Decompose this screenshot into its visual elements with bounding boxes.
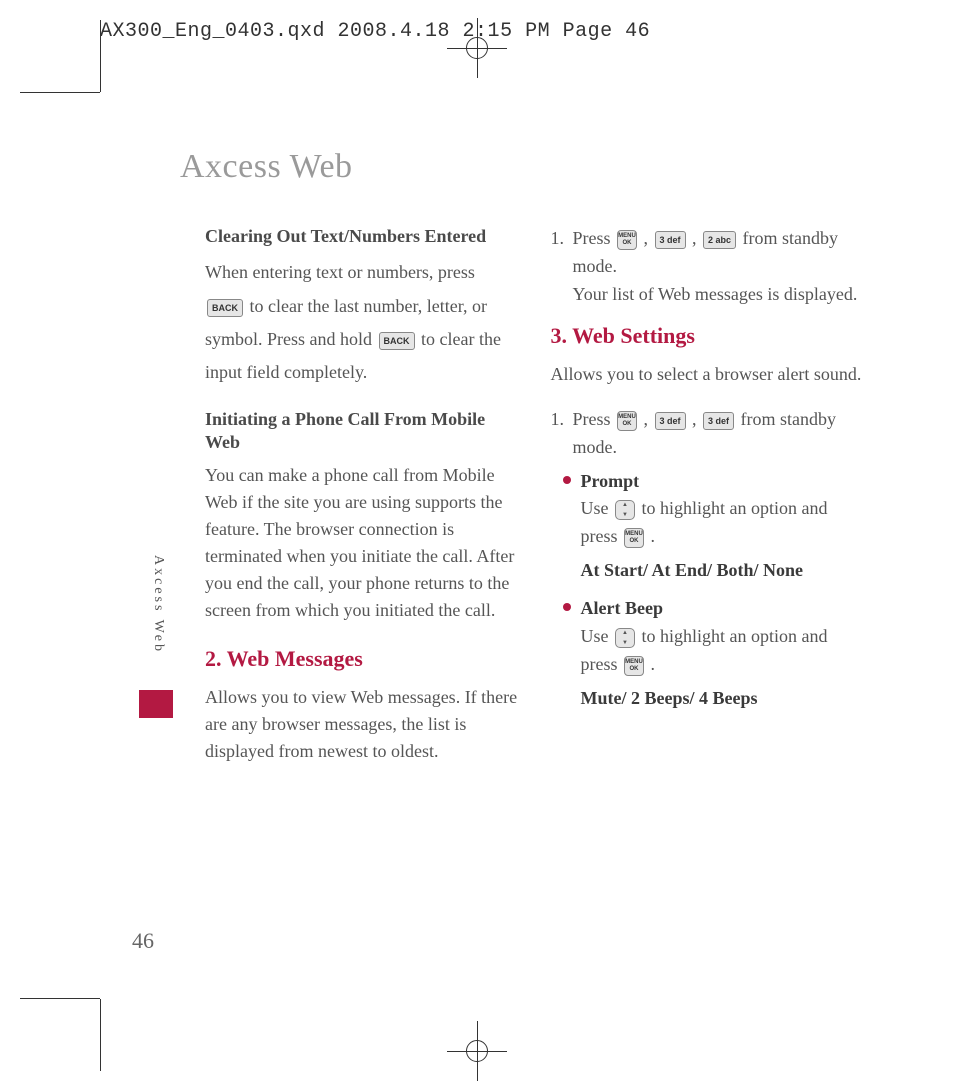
side-section-label: Axcess Web (150, 555, 166, 654)
bullet-body: Alert Beep Use to highlight an option an… (581, 595, 865, 679)
key-3-icon: 3 def (655, 412, 686, 430)
text: , (692, 228, 701, 248)
text: Press (573, 409, 616, 429)
text: Use (581, 626, 614, 646)
text: . (651, 526, 656, 546)
crop-mark (20, 998, 100, 999)
bullet-item: Prompt Use to highlight an option and pr… (563, 468, 865, 552)
options-list: Mute/ 2 Beeps/ 4 Beeps (581, 685, 865, 713)
menu-ok-key-icon: MENUOK (624, 528, 644, 548)
step-item: 1. Press MENUOK , 3 def , 3 def from sta… (551, 406, 865, 462)
bullet-icon (563, 476, 571, 484)
paragraph: When entering text or numbers, press BAC… (205, 256, 519, 389)
column-right: 1. Press MENUOK , 3 def , 2 abc from sta… (551, 225, 865, 981)
menu-ok-key-icon: MENUOK (624, 656, 644, 676)
text: , (644, 409, 653, 429)
crop-mark (100, 20, 101, 92)
options-list: At Start/ At End/ Both/ None (581, 557, 865, 585)
paragraph: You can make a phone call from Mobile We… (205, 462, 519, 624)
page-number: 46 (132, 928, 154, 954)
bullet-item: Alert Beep Use to highlight an option an… (563, 595, 865, 679)
text: When entering text or numbers, press (205, 262, 475, 282)
registration-mark-top (457, 28, 497, 68)
manual-page: AX300_Eng_0403.qxd 2008.4.18 2:15 PM Pag… (0, 0, 954, 1091)
text: , (644, 228, 653, 248)
step-item: 1. Press MENUOK , 3 def , 2 abc from sta… (551, 225, 865, 309)
registration-mark-bottom (457, 1031, 497, 1071)
nav-key-icon (615, 500, 635, 520)
text: . (651, 654, 656, 674)
text: Press (573, 228, 616, 248)
menu-ok-key-icon: MENUOK (617, 411, 637, 431)
key-2-icon: 2 abc (703, 231, 736, 249)
crop-mark (100, 999, 101, 1071)
back-key-icon: BACK (379, 332, 415, 350)
column-left: Clearing Out Text/Numbers Entered When e… (205, 225, 519, 981)
nav-key-icon (615, 628, 635, 648)
subheading: Initiating a Phone Call From Mobile Web (205, 408, 519, 455)
bullet-body: Prompt Use to highlight an option and pr… (581, 468, 865, 552)
paragraph: Allows you to select a browser alert sou… (551, 361, 865, 388)
bullet-icon (563, 603, 571, 611)
key-3-icon: 3 def (703, 412, 734, 430)
step-number: 1. (551, 406, 573, 462)
back-key-icon: BACK (207, 299, 243, 317)
menu-ok-key-icon: MENUOK (617, 230, 637, 250)
bullet-title: Prompt (581, 471, 640, 491)
step-body: Press MENUOK , 3 def , 2 abc from standb… (573, 225, 865, 309)
page-title: Axcess Web (180, 148, 353, 186)
text: Use (581, 498, 614, 518)
step-number: 1. (551, 225, 573, 309)
subheading: Clearing Out Text/Numbers Entered (205, 225, 519, 248)
text: , (692, 409, 701, 429)
section-heading: 2. Web Messages (205, 642, 519, 676)
step-body: Press MENUOK , 3 def , 3 def from standb… (573, 406, 865, 462)
content-columns: Clearing Out Text/Numbers Entered When e… (205, 225, 864, 981)
text: Your list of Web messages is displayed. (573, 284, 858, 304)
side-tab-marker (139, 690, 173, 718)
key-3-icon: 3 def (655, 231, 686, 249)
print-header: AX300_Eng_0403.qxd 2008.4.18 2:15 PM Pag… (100, 20, 650, 43)
crop-mark (20, 92, 100, 93)
section-heading: 3. Web Settings (551, 319, 865, 353)
bullet-title: Alert Beep (581, 598, 663, 618)
paragraph: Allows you to view Web messages. If ther… (205, 684, 519, 765)
